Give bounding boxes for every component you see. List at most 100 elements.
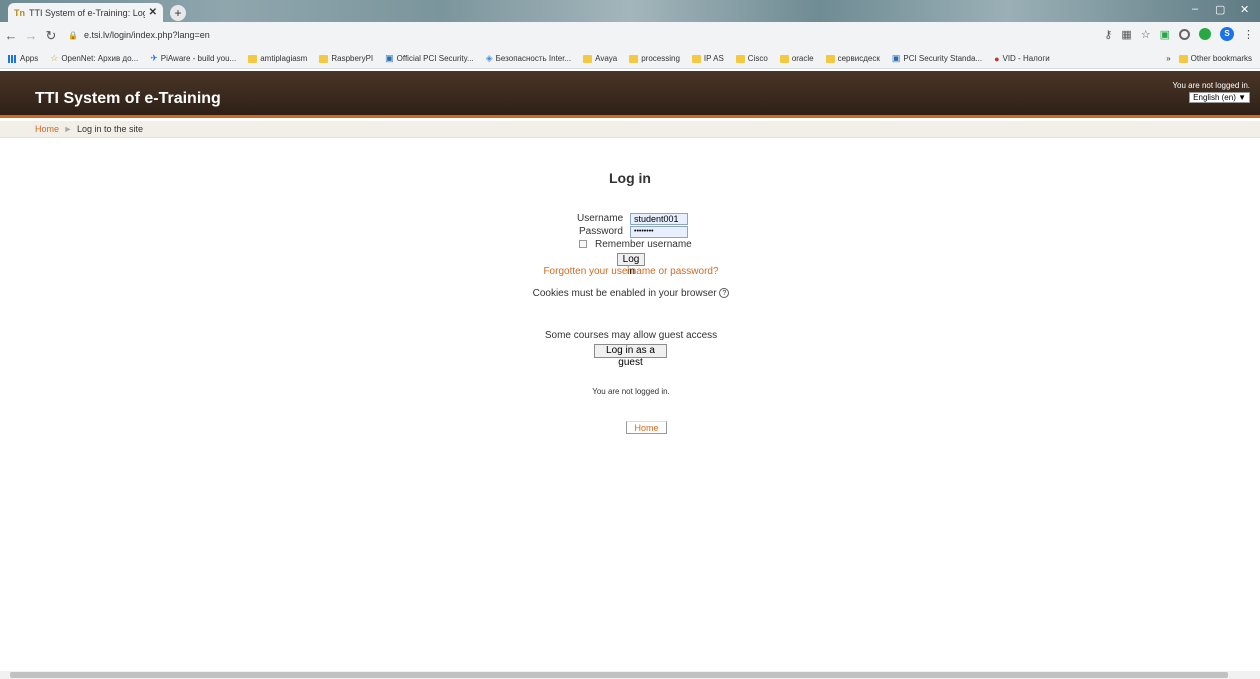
cookies-notice: Cookies must be enabled in your browser … — [0, 288, 1260, 299]
maximize-icon[interactable]: ▢ — [1215, 3, 1225, 16]
bookmark-item[interactable]: сервисдеск — [825, 53, 880, 64]
footer-login-status: You are not logged in. — [592, 387, 670, 396]
menu-kebab-icon[interactable]: ⋮ — [1243, 28, 1254, 41]
address-bar[interactable]: 🔒 e.tsi.lv/login/index.php?lang=en — [68, 25, 1068, 45]
remember-username-label: Remember username — [595, 239, 692, 250]
profile-avatar[interactable]: S — [1220, 27, 1234, 41]
minimize-icon[interactable]: – — [1192, 3, 1198, 15]
password-label: Password — [579, 226, 623, 237]
pci-icon: ▣ — [891, 53, 901, 63]
site-header: TTI System of e-Training You are not log… — [0, 71, 1260, 118]
cookies-text: Cookies must be enabled in your browser — [532, 288, 717, 299]
back-arrow-icon[interactable]: ← — [2, 28, 20, 43]
other-bookmarks[interactable]: Other bookmarks — [1178, 54, 1252, 63]
folder-icon — [1178, 54, 1188, 63]
bookmark-item[interactable]: processing — [629, 53, 680, 64]
tab-title: TTI System of e-Training: Log in — [29, 7, 145, 18]
key-icon[interactable]: ⚷ — [1104, 28, 1112, 41]
translate-icon[interactable]: ▦ — [1121, 28, 1131, 41]
url-text[interactable]: e.tsi.lv/login/index.php?lang=en — [84, 30, 210, 40]
login-button[interactable]: Log in — [617, 253, 645, 277]
browser-toolbar: ← → ↻ 🔒 e.tsi.lv/login/index.php?lang=en… — [0, 22, 1260, 49]
browser-tab-strip: Tn TTI System of e-Training: Log in ✕ + … — [0, 0, 1260, 22]
folder-icon — [691, 54, 701, 63]
home-button[interactable]: Home — [626, 421, 667, 434]
other-bookmarks-label: Other bookmarks — [1190, 54, 1252, 63]
bookmarks-bar: Apps ☆ OpenNet: Архив до... ✈ PiAware - buil… — [0, 49, 1260, 69]
login-info: You are not logged in. English (en) ▼ — [1172, 81, 1250, 103]
password-field[interactable]: •••••••• — [630, 226, 688, 238]
browser-extensions: ⚷ ▦ ☆ ▣ S ⋮ — [1104, 27, 1254, 41]
login-status-text: You are not logged in. — [1172, 81, 1250, 90]
bookmark-item[interactable]: ▣ PCI Security Standa... — [892, 53, 982, 64]
new-tab-button[interactable]: + — [170, 5, 186, 21]
bookmark-label: VID - Налоги — [1002, 54, 1050, 63]
extension-green-icon[interactable] — [1199, 28, 1211, 40]
breadcrumb: Home ► Log in to the site — [0, 121, 1260, 138]
extension-circle-icon[interactable] — [1179, 28, 1190, 40]
bookmark-label: processing — [641, 54, 680, 63]
guest-access-info: Some courses may allow guest access — [544, 330, 718, 341]
bookmark-star-icon[interactable]: ☆ — [1141, 28, 1151, 41]
language-select[interactable]: English (en) ▼ — [1189, 92, 1250, 103]
bookmark-label: Безопасность Inter... — [495, 54, 572, 63]
bookmark-item[interactable]: oracle — [779, 53, 814, 64]
browser-tab[interactable]: Tn TTI System of e-Training: Log in ✕ — [8, 3, 163, 22]
breadcrumb-current: Log in to the site — [76, 124, 144, 134]
username-field[interactable]: student001 — [630, 213, 688, 225]
guest-login-button[interactable]: Log in as a guest — [594, 344, 667, 368]
folder-icon — [319, 54, 329, 63]
extension-icon[interactable]: ▣ — [1160, 28, 1170, 41]
bookmark-label: IP AS — [703, 54, 724, 63]
lock-icon: 🔒 — [68, 30, 78, 40]
bookmark-item[interactable]: RaspberyPI — [319, 53, 373, 64]
bookmark-item[interactable]: ● VID - Налоги — [994, 53, 1050, 64]
bookmark-item[interactable]: ▣ Official PCI Security... — [385, 53, 474, 64]
breadcrumb-separator-icon: ► — [63, 124, 73, 134]
bookmark-label: Official PCI Security... — [396, 54, 474, 63]
hat-icon: ● — [994, 53, 1000, 64]
horizontal-scrollbar[interactable] — [0, 671, 1260, 679]
tab-close-icon[interactable]: ✕ — [149, 7, 157, 18]
reload-icon[interactable]: ↻ — [42, 28, 60, 44]
bookmark-item[interactable]: Cisco — [735, 53, 768, 64]
bookmark-label: сервисдеск — [837, 54, 880, 63]
bookmark-label: PiAware - build you... — [160, 54, 237, 63]
bookmark-label: oracle — [791, 54, 814, 63]
folder-icon — [248, 54, 258, 63]
help-icon[interactable]: ? — [719, 288, 730, 299]
site-favicon-icon: Tn — [14, 7, 25, 18]
bookmark-label: Cisco — [747, 54, 768, 63]
bookmark-label: Apps — [20, 54, 39, 63]
bookmark-item[interactable]: amtiplagiasm — [248, 53, 307, 64]
folder-icon — [629, 54, 639, 63]
bookmark-label: OpenNet: Архив до... — [61, 54, 139, 63]
apps-grid-icon — [8, 54, 17, 63]
close-window-icon[interactable]: ✕ — [1240, 3, 1249, 16]
diamond-icon: ◈ — [485, 53, 493, 63]
more-bookmarks-icon[interactable]: » — [1166, 54, 1170, 63]
forgot-password-link[interactable]: Forgotten your username or password? — [0, 266, 1260, 277]
pci-icon: ▣ — [385, 53, 394, 63]
bookmark-item[interactable]: ✈ PiAware - build you... — [150, 53, 236, 64]
bookmark-label: RaspberyPI — [331, 54, 374, 63]
bookmark-item[interactable]: ◈ Безопасность Inter... — [486, 53, 571, 64]
bookmark-label: Avaya — [595, 54, 618, 63]
bookmark-item[interactable]: IP AS — [691, 53, 724, 64]
plane-icon: ✈ — [150, 53, 158, 63]
page-title: Log in — [609, 170, 651, 186]
site-title[interactable]: TTI System of e-Training — [35, 90, 221, 108]
bookmark-item[interactable]: Avaya — [583, 53, 617, 64]
forward-arrow-icon[interactable]: → — [22, 28, 40, 43]
folder-icon — [583, 54, 593, 63]
bookmark-item[interactable]: Apps — [8, 53, 38, 64]
remember-username-checkbox[interactable] — [579, 240, 587, 248]
folder-icon — [735, 54, 745, 63]
folder-icon — [779, 54, 789, 63]
scrollbar-thumb[interactable] — [10, 672, 1228, 678]
star-icon: ☆ — [50, 53, 59, 63]
bookmark-item[interactable]: ☆ OpenNet: Архив до... — [50, 53, 138, 64]
bookmark-label: amtiplagiasm — [260, 54, 308, 63]
breadcrumb-home-link[interactable]: Home — [35, 124, 59, 134]
bookmark-label: PCI Security Standa... — [903, 54, 983, 63]
